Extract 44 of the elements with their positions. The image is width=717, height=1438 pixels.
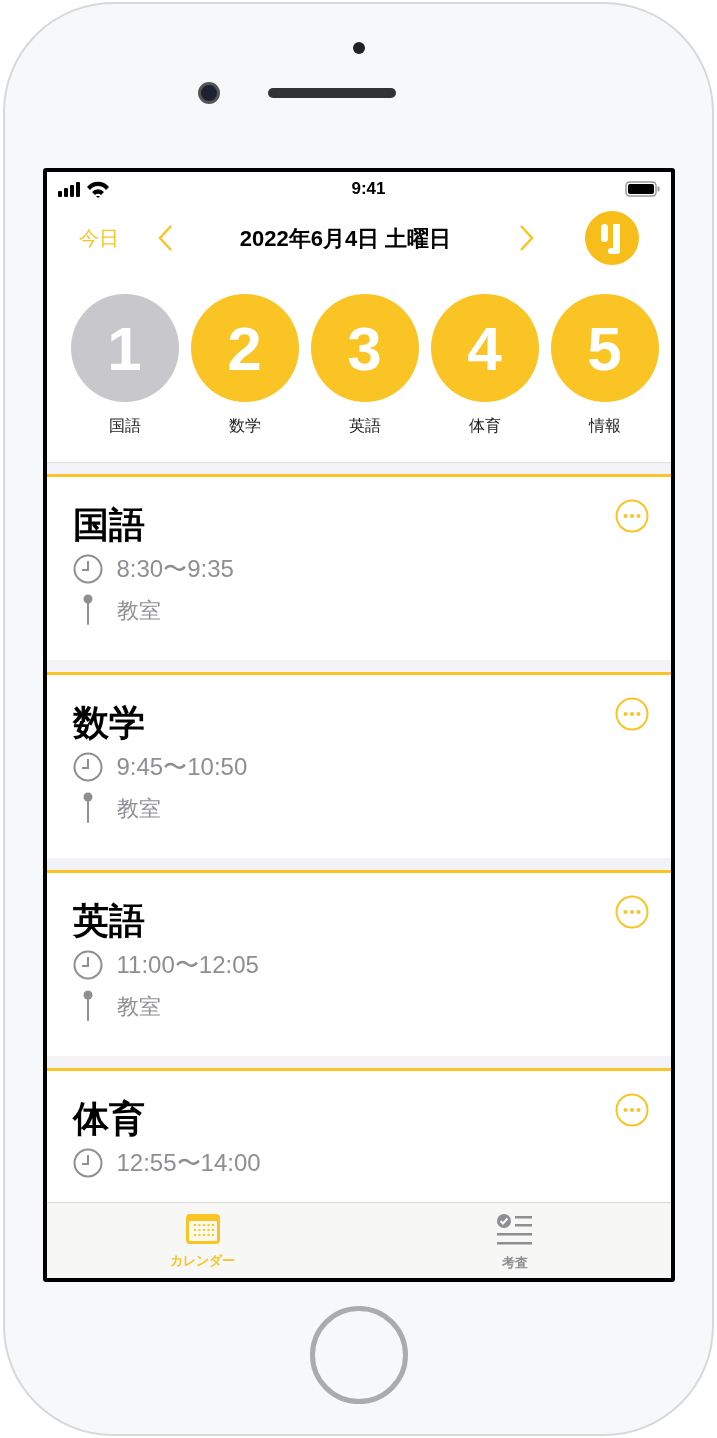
class-time: 12:55〜14:00: [116, 1148, 261, 1178]
logo-icon: [584, 211, 639, 265]
class-card[interactable]: 数学 9:45〜10:50 教室: [46, 672, 671, 858]
class-location: 教室: [116, 992, 161, 1021]
today-button[interactable]: 今日: [78, 223, 119, 253]
tab-item[interactable]: 考査: [358, 1203, 671, 1278]
period-subject: 体育: [468, 416, 501, 436]
class-time: 11:00〜12:05: [116, 950, 259, 980]
class-card[interactable]: 英語 11:00〜12:05 教室: [46, 870, 671, 1056]
clock-icon: [72, 752, 103, 782]
class-location: 教室: [116, 596, 161, 625]
class-time: 9:45〜10:50: [116, 752, 248, 782]
clock-icon: [72, 1148, 103, 1178]
tab-item[interactable]: カレンダー: [46, 1203, 359, 1278]
chevron-left-icon[interactable]: [156, 224, 173, 252]
clock-icon: [72, 950, 103, 980]
camera-icon: [197, 82, 220, 104]
class-location: 教室: [116, 794, 161, 823]
pin-icon: [82, 594, 93, 626]
class-title: 英語: [72, 899, 145, 943]
checklist-icon: [495, 1213, 534, 1247]
calendar-icon: [184, 1213, 221, 1245]
date-title: 2022年6月4日 土曜日: [238, 224, 453, 253]
class-time: 8:30〜9:35: [116, 554, 234, 584]
period-subject: 英語: [348, 416, 381, 436]
period-subject: 国語: [108, 416, 141, 436]
pin-icon: [82, 990, 93, 1022]
period-subject: 数学: [228, 416, 261, 436]
class-card[interactable]: 国語 8:30〜9:35 教室: [46, 474, 671, 660]
class-title: 国語: [72, 503, 145, 547]
status-time: 9:41: [351, 178, 386, 201]
class-title: 数学: [72, 701, 145, 745]
more-icon[interactable]: [614, 499, 649, 533]
chevron-right-icon[interactable]: [518, 224, 535, 252]
more-icon[interactable]: [614, 895, 649, 929]
more-icon[interactable]: [614, 1093, 649, 1127]
pin-icon: [82, 792, 93, 824]
battery-icon: [624, 181, 661, 197]
more-icon[interactable]: [614, 697, 649, 731]
clock-icon: [72, 554, 103, 584]
class-card[interactable]: 体育 12:55〜14:00: [46, 1068, 671, 1202]
front-sensor: [352, 42, 365, 54]
class-title: 体育: [72, 1097, 145, 1141]
period-subject: 情報: [588, 416, 621, 436]
